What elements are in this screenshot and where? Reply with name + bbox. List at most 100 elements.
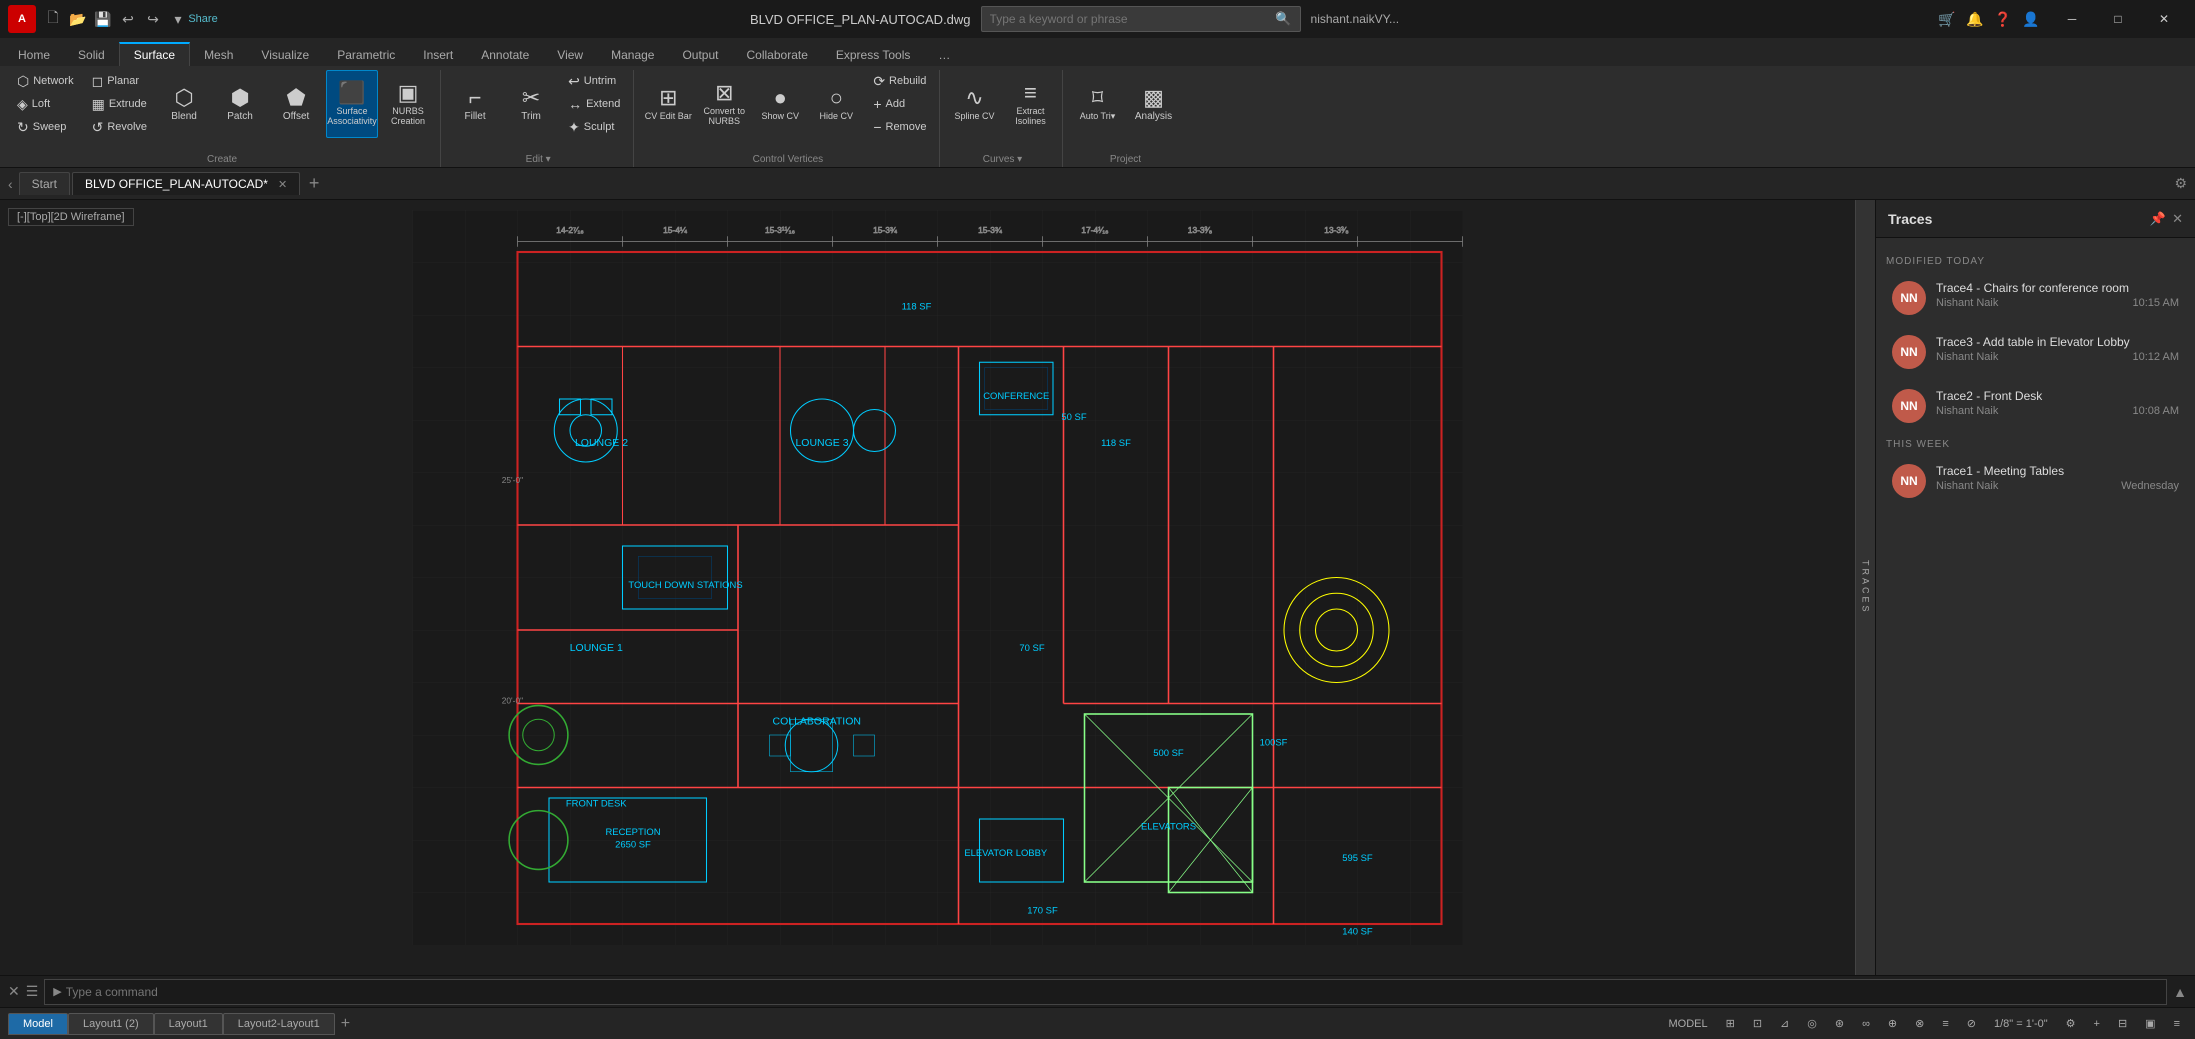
network-button[interactable]: ⬡ Network bbox=[10, 70, 81, 92]
search-box[interactable]: 🔍 bbox=[981, 6, 1301, 32]
share-dropdown[interactable]: ▾ bbox=[167, 8, 189, 30]
loft-button[interactable]: ◈ Loft bbox=[10, 93, 81, 115]
tab-output[interactable]: Output bbox=[668, 44, 732, 66]
cmd-options-button[interactable]: ☰ bbox=[26, 983, 39, 1000]
extrude-button[interactable]: ▦ Extrude bbox=[85, 93, 154, 115]
trace2-item[interactable]: NN Trace2 - Front Desk Nishant Naik 10:0… bbox=[1886, 381, 2185, 431]
layout-tab-model[interactable]: Model bbox=[8, 1013, 68, 1035]
trim-button[interactable]: ✂ Trim bbox=[505, 70, 557, 138]
trace4-item[interactable]: NN Trace4 - Chairs for conference room N… bbox=[1886, 273, 2185, 323]
sweep-button[interactable]: ↻ Sweep bbox=[10, 116, 81, 138]
close-button[interactable]: ✕ bbox=[2141, 0, 2187, 38]
status-scale[interactable]: 1/8" = 1'-0" bbox=[1987, 1013, 2055, 1035]
trace1-item[interactable]: NN Trace1 - Meeting Tables Nishant Naik … bbox=[1886, 456, 2185, 506]
maximize-button[interactable]: □ bbox=[2095, 0, 2141, 38]
rebuild-button[interactable]: ⟳ Rebuild bbox=[866, 70, 933, 92]
extend-button[interactable]: ↔ Extend bbox=[561, 93, 627, 115]
floorplan-svg[interactable]: 14-2⁷⁄₁₆ 15-4¼ 15-3¹¹⁄₁₆ 15-3¾ 15-3¾ 17-… bbox=[20, 210, 1855, 945]
traces-close-button[interactable]: ✕ bbox=[2172, 211, 2183, 227]
extract-isolines-button[interactable]: ≡ Extract Isolines bbox=[1004, 70, 1056, 138]
command-input[interactable] bbox=[62, 985, 2158, 999]
planar-button[interactable]: ◻ Planar bbox=[85, 70, 154, 92]
status-grid-icon[interactable]: ⊞ bbox=[1719, 1013, 1742, 1035]
tab-collaborate[interactable]: Collaborate bbox=[733, 44, 822, 66]
nurbs-creation-button[interactable]: ▣ NURBSCreation bbox=[382, 70, 434, 138]
status-dyn-icon[interactable]: ⊗ bbox=[1908, 1013, 1931, 1035]
status-plus-icon[interactable]: + bbox=[2087, 1013, 2107, 1035]
tab-parametric[interactable]: Parametric bbox=[323, 44, 409, 66]
tab-home[interactable]: Home bbox=[4, 44, 64, 66]
tab-annotate[interactable]: Annotate bbox=[467, 44, 543, 66]
blend-button[interactable]: ⬡ Blend bbox=[158, 70, 210, 138]
canvas-area[interactable]: [-][Top][2D Wireframe] bbox=[0, 200, 1875, 975]
save-button[interactable]: 💾 bbox=[92, 8, 114, 30]
status-model[interactable]: MODEL bbox=[1661, 1013, 1714, 1035]
sculpt-button[interactable]: ✦ Sculpt bbox=[561, 116, 627, 138]
redo-button[interactable]: ↪ bbox=[142, 8, 164, 30]
search-icon[interactable]: 🔍 bbox=[1275, 11, 1291, 27]
untrim-button[interactable]: ↩ Untrim bbox=[561, 70, 627, 92]
tab-solid[interactable]: Solid bbox=[64, 44, 119, 66]
status-viewport-icon[interactable]: ▣ bbox=[2138, 1013, 2162, 1035]
help-icon[interactable]: ❓ bbox=[1991, 7, 2015, 31]
status-ortho-icon[interactable]: ⊿ bbox=[1773, 1013, 1796, 1035]
new-tab-button[interactable]: + bbox=[302, 172, 326, 196]
status-layout-icon[interactable]: ⊟ bbox=[2111, 1013, 2134, 1035]
main-doc-tab[interactable]: BLVD OFFICE_PLAN-AUTOCAD* ✕ bbox=[72, 172, 300, 195]
tab-left-arrow[interactable]: ‹ bbox=[8, 176, 13, 192]
offset-button[interactable]: ⬟ Offset bbox=[270, 70, 322, 138]
status-osnap-icon[interactable]: ⊛ bbox=[1828, 1013, 1851, 1035]
tab-manage[interactable]: Manage bbox=[597, 44, 668, 66]
tab-settings-icon[interactable]: ⚙ bbox=[2174, 175, 2187, 192]
surface-associativity-button[interactable]: ⬛ SurfaceAssociativity bbox=[326, 70, 378, 138]
tab-visualize[interactable]: Visualize bbox=[247, 44, 323, 66]
traces-pin-button[interactable]: 📌 bbox=[2150, 211, 2166, 227]
add-layout-button[interactable]: + bbox=[335, 1015, 356, 1033]
search-input[interactable] bbox=[990, 12, 1276, 26]
tab-mesh[interactable]: Mesh bbox=[190, 44, 247, 66]
start-tab[interactable]: Start bbox=[19, 172, 70, 195]
analysis-button[interactable]: ▩ Analysis bbox=[1127, 70, 1179, 138]
tab-insert[interactable]: Insert bbox=[409, 44, 467, 66]
tab-express[interactable]: Express Tools bbox=[822, 44, 924, 66]
layout-tab-layout1-2[interactable]: Layout1 (2) bbox=[68, 1013, 154, 1035]
cmd-scroll-up[interactable]: ▲ bbox=[2173, 984, 2187, 1000]
hide-cv-button[interactable]: ○ Hide CV bbox=[810, 70, 862, 138]
status-tp-icon[interactable]: ⊘ bbox=[1960, 1013, 1983, 1035]
share-button[interactable]: Share bbox=[192, 8, 214, 30]
bell-icon[interactable]: 🔔 bbox=[1963, 7, 1987, 31]
status-polar-icon[interactable]: ◎ bbox=[1800, 1013, 1824, 1035]
status-snap-icon[interactable]: ⊡ bbox=[1746, 1013, 1769, 1035]
status-lw-icon[interactable]: ≡ bbox=[1935, 1013, 1955, 1035]
status-more-icon[interactable]: ≡ bbox=[2167, 1013, 2187, 1035]
new-button[interactable]: 🗋 bbox=[42, 8, 64, 30]
remove-cv-button[interactable]: − Remove bbox=[866, 116, 933, 138]
cv-edit-bar-button[interactable]: ⊞ CV Edit Bar bbox=[642, 70, 694, 138]
convert-nurbs-button[interactable]: ⊠ Convert to NURBS bbox=[698, 70, 750, 138]
status-ducs-icon[interactable]: ⊕ bbox=[1881, 1013, 1904, 1035]
spline-cv-button[interactable]: ∿ Spline CV bbox=[948, 70, 1000, 138]
tab-more[interactable]: … bbox=[924, 44, 964, 66]
layout-tab-layout2[interactable]: Layout2-Layout1 bbox=[223, 1013, 335, 1035]
add-cv-button[interactable]: + Add bbox=[866, 93, 933, 115]
status-otrack-icon[interactable]: ∞ bbox=[1855, 1013, 1877, 1035]
tab-surface[interactable]: Surface bbox=[119, 42, 190, 66]
open-button[interactable]: 📂 bbox=[67, 8, 89, 30]
traces-vtab[interactable]: TRACES bbox=[1855, 200, 1875, 975]
tab-close-icon[interactable]: ✕ bbox=[278, 178, 287, 191]
undo-button[interactable]: ↩ bbox=[117, 8, 139, 30]
cart-icon[interactable]: 🛒 bbox=[1935, 7, 1959, 31]
trace3-item[interactable]: NN Trace3 - Add table in Elevator Lobby … bbox=[1886, 327, 2185, 377]
status-gear-icon[interactable]: ⚙ bbox=[2059, 1013, 2083, 1035]
revolve-button[interactable]: ↺ Revolve bbox=[85, 116, 154, 138]
cmd-clear-button[interactable]: ✕ bbox=[8, 983, 20, 1000]
tab-view[interactable]: View bbox=[543, 44, 597, 66]
user-icon[interactable]: 👤 bbox=[2019, 7, 2043, 31]
auto-trim-button[interactable]: ⌑ Auto Tri▾ bbox=[1071, 70, 1123, 138]
show-cv-button[interactable]: ● Show CV bbox=[754, 70, 806, 138]
layout-tab-layout1[interactable]: Layout1 bbox=[154, 1013, 223, 1035]
fillet-button[interactable]: ⌐ Fillet bbox=[449, 70, 501, 138]
command-line[interactable]: ▶ bbox=[44, 979, 2167, 1005]
minimize-button[interactable]: ─ bbox=[2049, 0, 2095, 38]
patch-button[interactable]: ⬢ Patch bbox=[214, 70, 266, 138]
